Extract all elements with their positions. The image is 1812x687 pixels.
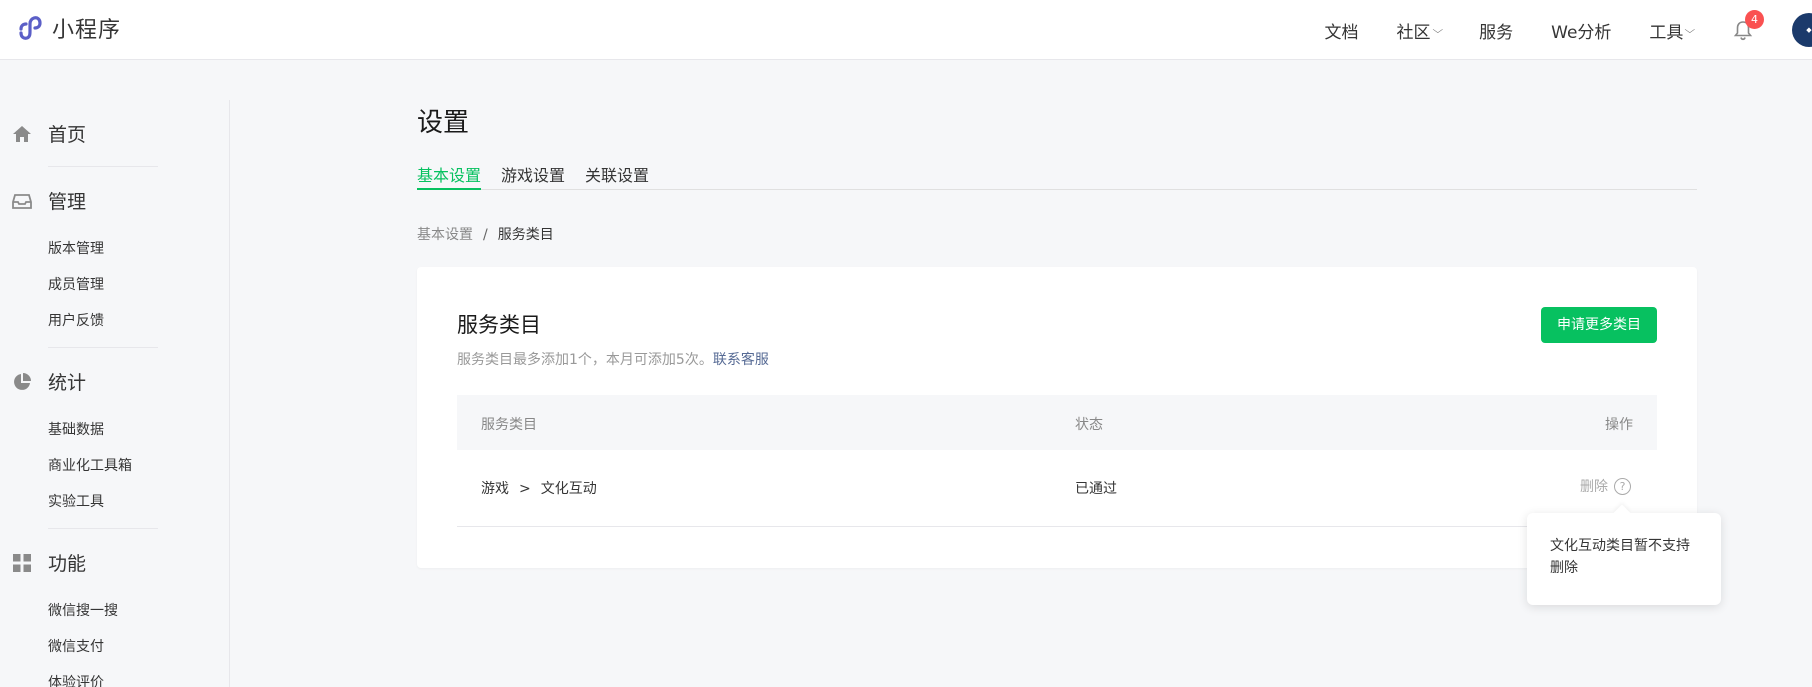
sidebar: 首页 管理 版本管理 成员管理 用户反馈 统计 基础数据 商业化工具箱 实验工具… — [0, 100, 230, 687]
nav-we-analytics[interactable]: We分析 — [1551, 18, 1611, 43]
sidebar-item-label: 管理 — [48, 190, 87, 213]
sidebar-item-version-manage[interactable]: 版本管理 — [0, 231, 229, 267]
sidebar-item-user-feedback[interactable]: 用户反馈 — [0, 303, 229, 339]
column-header-category: 服务类目 — [481, 417, 537, 433]
user-avatar[interactable]: ◆ — [1792, 13, 1812, 47]
sidebar-item-manage[interactable]: 管理 — [0, 183, 229, 217]
divider — [48, 347, 158, 348]
help-icon[interactable]: ? — [1614, 477, 1631, 495]
nav-tools[interactable]: 工具 ⌵ — [1649, 18, 1696, 43]
delete-link[interactable]: 删除 — [1580, 476, 1608, 496]
sidebar-item-label: 统计 — [48, 371, 87, 394]
grid-icon — [13, 554, 31, 572]
app-logo[interactable]: 小程序 — [12, 12, 121, 44]
page-title: 设置 — [417, 108, 470, 138]
sidebar-item-home[interactable]: 首页 — [0, 116, 229, 150]
notification-button[interactable]: 4 — [1732, 10, 1764, 41]
breadcrumb: 基本设置 / 服务类目 — [417, 224, 554, 244]
sidebar-item-experience-review[interactable]: 体验评价 — [0, 665, 229, 687]
sidebar-item-commerce-toolbox[interactable]: 商业化工具箱 — [0, 448, 229, 484]
nav-services-label: 服务 — [1479, 22, 1514, 43]
settings-tabs: 基本设置 游戏设置 关联设置 — [417, 160, 1697, 190]
sidebar-item-wechat-pay[interactable]: 微信支付 — [0, 629, 229, 665]
inbox-icon — [12, 194, 32, 209]
column-header-action: 操作 — [1605, 417, 1633, 433]
apply-more-categories-button[interactable]: 申请更多类目 — [1541, 307, 1657, 343]
sidebar-item-stats[interactable]: 统计 — [0, 364, 229, 398]
sidebar-item-experiment-tools[interactable]: 实验工具 — [0, 484, 229, 520]
card-title: 服务类目 — [457, 313, 541, 337]
sidebar-item-basic-data[interactable]: 基础数据 — [0, 412, 229, 448]
notification-badge: 4 — [1745, 10, 1764, 29]
tab-basic-settings[interactable]: 基本设置 — [417, 162, 482, 190]
divider — [48, 166, 158, 167]
sidebar-item-member-manage[interactable]: 成员管理 — [0, 267, 229, 303]
tab-game-settings[interactable]: 游戏设置 — [501, 162, 565, 190]
avatar-glyph: ◆ — [1806, 26, 1812, 34]
tab-linked-settings[interactable]: 关联设置 — [585, 162, 649, 190]
sidebar-item-wechat-search[interactable]: 微信搜一搜 — [0, 593, 229, 629]
service-category-card: 服务类目 服务类目最多添加1个，本月可添加5次。联系客服 申请更多类目 服务类目… — [417, 267, 1697, 568]
app-name: 小程序 — [52, 18, 122, 43]
chevron-down-icon: ⌵ — [1684, 24, 1696, 36]
category-path: 游戏 > 文化互动 — [481, 478, 597, 498]
pie-chart-icon — [14, 373, 31, 390]
category-secondary: 文化互动 — [540, 481, 597, 497]
nav-docs-label: 文档 — [1324, 22, 1359, 43]
nav-we-analytics-label: We分析 — [1551, 22, 1612, 43]
top-nav: 文档 社区 ⌵ 服务 We分析 工具 ⌵ 4 ◆ — [1325, 0, 1812, 60]
category-table: 服务类目 状态 操作 游戏 > 文化互动 已通过 删除 ? — [457, 395, 1657, 527]
sidebar-item-features[interactable]: 功能 — [0, 545, 229, 579]
sidebar-item-label: 首页 — [48, 123, 87, 146]
sidebar-item-label: 功能 — [48, 552, 87, 575]
nav-services[interactable]: 服务 — [1479, 18, 1513, 43]
breadcrumb-parent[interactable]: 基本设置 — [417, 227, 473, 243]
top-header: 小程序 文档 社区 ⌵ 服务 We分析 工具 ⌵ 4 ◆ — [0, 0, 1812, 60]
nav-tools-label: 工具 — [1649, 22, 1684, 43]
chevron-down-icon: ⌵ — [1432, 24, 1443, 36]
table-row: 游戏 > 文化互动 已通过 删除 ? — [457, 450, 1657, 527]
contact-support-link[interactable]: 联系客服 — [713, 352, 769, 368]
breadcrumb-separator: / — [483, 227, 488, 243]
category-arrow: > — [519, 481, 531, 497]
column-header-status: 状态 — [1075, 417, 1103, 433]
category-primary: 游戏 — [481, 481, 509, 497]
nav-community[interactable]: 社区 ⌵ — [1396, 18, 1443, 43]
nav-docs[interactable]: 文档 — [1325, 18, 1359, 43]
divider — [48, 528, 158, 529]
delete-disabled-tooltip: 文化互动类目暂不支持删除 — [1527, 513, 1721, 605]
breadcrumb-current: 服务类目 — [497, 227, 554, 243]
home-icon — [13, 126, 31, 142]
table-header: 服务类目 状态 操作 — [457, 395, 1657, 450]
nav-community-label: 社区 — [1396, 22, 1431, 43]
card-description: 服务类目最多添加1个，本月可添加5次。联系客服 — [457, 349, 769, 369]
card-description-text: 服务类目最多添加1个，本月可添加5次。 — [457, 352, 713, 368]
status-text: 已通过 — [1075, 481, 1117, 497]
miniprogram-logo-icon — [19, 16, 42, 40]
row-actions: 删除 ? — [1580, 476, 1631, 496]
